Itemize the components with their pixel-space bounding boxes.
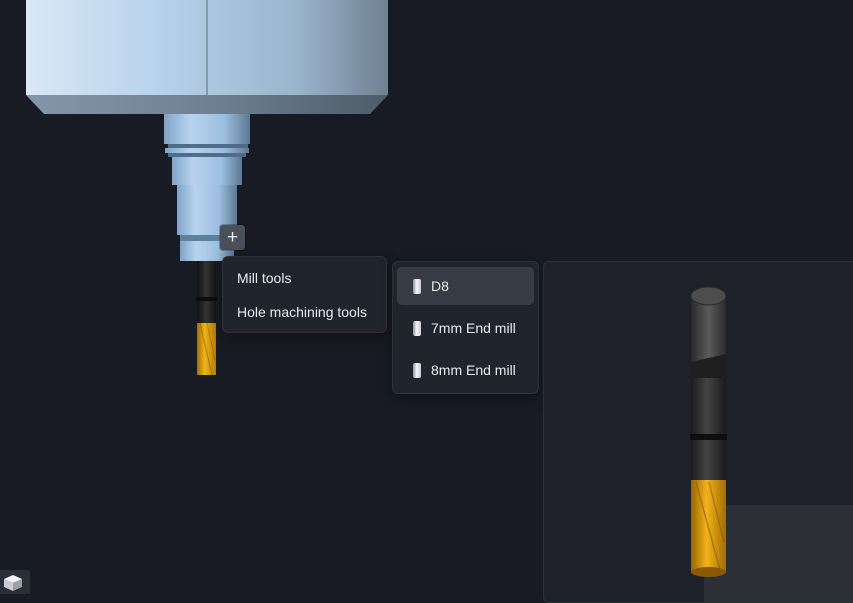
tool-category-menu: Mill tools Hole machining tools: [222, 256, 387, 333]
tool-item-label: 8mm End mill: [431, 362, 516, 378]
tool-item-label: 7mm End mill: [431, 320, 516, 336]
menu-item-label: Hole machining tools: [237, 304, 367, 320]
tool-item-d8[interactable]: D8: [397, 267, 534, 305]
menu-item-hole-machining-tools[interactable]: Hole machining tools: [227, 297, 382, 327]
menu-item-label: Mill tools: [237, 270, 292, 286]
menu-item-mill-tools[interactable]: Mill tools: [227, 263, 382, 293]
3d-viewport[interactable]: + Mill tools Hole machining tools D8 7mm…: [0, 0, 853, 603]
tool-item-7mm-end-mill[interactable]: 7mm End mill: [397, 309, 534, 347]
end-mill-icon: [413, 278, 421, 294]
tool-preview-panel: [543, 261, 853, 603]
tool-item-8mm-end-mill[interactable]: 8mm End mill: [397, 351, 534, 389]
end-mill-icon: [413, 362, 421, 378]
view-cube-button[interactable]: [0, 570, 30, 594]
add-tool-button[interactable]: +: [220, 225, 245, 250]
end-mill-model: [690, 286, 727, 577]
plus-icon: +: [226, 227, 239, 248]
end-mill-icon: [413, 320, 421, 336]
view-cube-icon: [4, 575, 22, 591]
tool-item-label: D8: [431, 278, 449, 294]
tool-list-menu: D8 7mm End mill 8mm End mill: [392, 261, 539, 394]
